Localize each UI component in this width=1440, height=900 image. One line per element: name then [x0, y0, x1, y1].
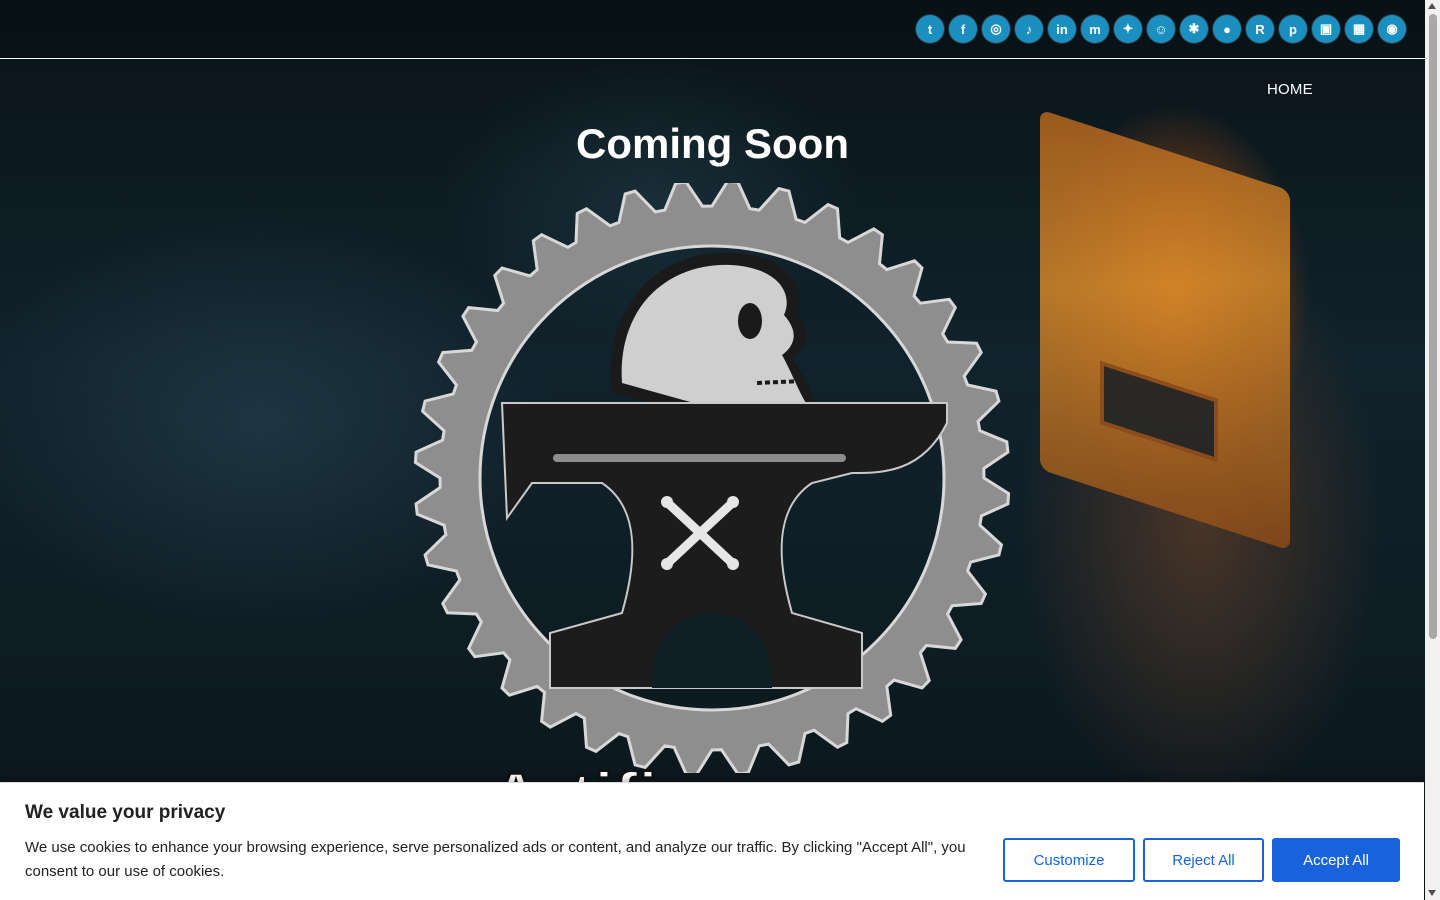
- twitch-icon[interactable]: ▣: [1312, 15, 1340, 43]
- vertical-scrollbar[interactable]: [1425, 0, 1440, 900]
- qr-code-icon[interactable]: ▦: [1345, 15, 1373, 43]
- tiktok-icon[interactable]: ♪: [1015, 15, 1043, 43]
- rumble-icon[interactable]: R: [1246, 15, 1274, 43]
- reject-all-button[interactable]: Reject All: [1143, 838, 1264, 882]
- cookie-description: We use cookies to enhance your browsing …: [25, 839, 966, 880]
- instagram-icon[interactable]: ◎: [982, 15, 1010, 43]
- nav-home-link[interactable]: HOME: [1267, 81, 1313, 98]
- cookie-title: We value your privacy: [25, 802, 226, 823]
- skull-anvil-gear-logo: [413, 183, 1011, 773]
- cookie-consent-banner: We value your privacy We use cookies to …: [0, 782, 1424, 900]
- twitter-icon[interactable]: t: [916, 15, 944, 43]
- pinterest-icon[interactable]: p: [1279, 15, 1307, 43]
- snapchat-icon[interactable]: ☺: [1147, 15, 1175, 43]
- scrollbar-thumb[interactable]: [1429, 14, 1437, 639]
- accept-all-button[interactable]: Accept All: [1272, 838, 1400, 882]
- page: t f ◎ ♪ in m ✦ ☺ ✱ ● Rp ▣ ▦ ◉ HOME Coming Soon: [0, 0, 1425, 900]
- myspace-icon[interactable]: ✱: [1180, 15, 1208, 43]
- bluesky-icon[interactable]: ✦: [1114, 15, 1142, 43]
- social-links: t f ◎ ♪ in m ✦ ☺ ✱ ● Rp ▣ ▦ ◉: [916, 15, 1406, 43]
- discord-icon[interactable]: ◉: [1378, 15, 1406, 43]
- page-title: Coming Soon: [576, 120, 849, 167]
- scroll-down-icon[interactable]: [1428, 890, 1436, 896]
- customize-button[interactable]: Customize: [1003, 838, 1135, 882]
- mastodon-icon[interactable]: m: [1081, 15, 1109, 43]
- reddit-icon[interactable]: ●: [1213, 15, 1241, 43]
- facebook-icon[interactable]: f: [949, 15, 977, 43]
- linkedin-icon[interactable]: in: [1048, 15, 1076, 43]
- scroll-up-icon[interactable]: [1428, 3, 1436, 9]
- top-bar: t f ◎ ♪ in m ✦ ☺ ✱ ● Rp ▣ ▦ ◉: [0, 0, 1425, 59]
